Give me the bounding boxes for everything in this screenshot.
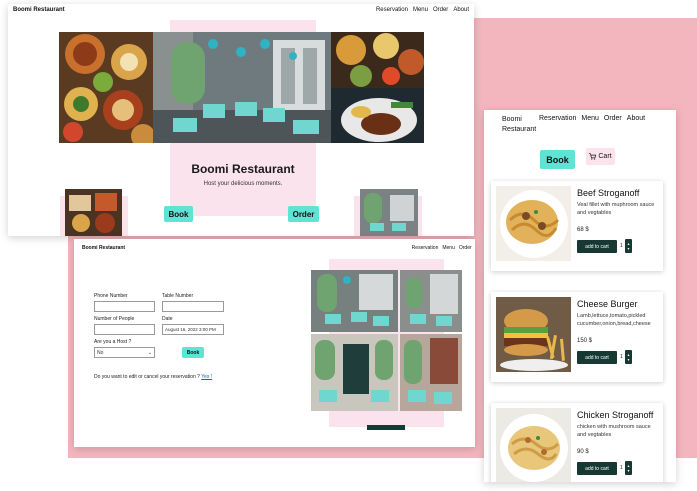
add-to-cart-button[interactable]: add to cart — [577, 351, 617, 364]
gallery-image-1 — [311, 270, 398, 332]
book-button[interactable]: Book — [540, 150, 575, 169]
nav-order[interactable]: Order — [433, 7, 448, 13]
brand-line-1: Boomi — [502, 116, 522, 123]
add-to-cart-button[interactable]: add to cart — [577, 240, 617, 253]
reservation-note-text: Do you want to edit or cancel your reser… — [94, 374, 200, 380]
item-description: Lamb,lettuce,tomato,pickled cucumber,oni… — [577, 313, 651, 327]
steak-image — [331, 88, 424, 143]
host-select[interactable]: No ⌄ — [94, 347, 155, 358]
quantity-value: 1 — [620, 465, 623, 471]
table-label: Table Number — [162, 293, 194, 299]
item-price: 68 $ — [577, 227, 589, 233]
menu-card: Beef Stroganoff Veal fillet with muphroo… — [491, 181, 663, 271]
brand-logo[interactable]: Boomi Restaurant — [502, 115, 536, 135]
edit-reservation-link[interactable]: Yes ! — [201, 374, 212, 380]
hero-subtitle: Host your delicious moments. — [203, 181, 283, 187]
chevron-down-icon[interactable]: ▾ — [627, 246, 629, 251]
nav-menu[interactable]: Menu — [581, 115, 599, 122]
cart-icon — [589, 153, 597, 160]
add-to-cart-button[interactable]: add to cart — [577, 462, 617, 475]
item-name: Cheese Burger — [577, 299, 638, 309]
chicken-stroganoff-image — [496, 408, 571, 482]
chevron-down-icon[interactable]: ▾ — [627, 468, 629, 473]
hero-title: Boomi Restaurant — [191, 162, 295, 176]
people-input[interactable] — [94, 324, 155, 335]
food-platter-image — [59, 32, 153, 143]
beef-stroganoff-image — [496, 186, 571, 261]
nav-reservation[interactable]: Reservation — [376, 7, 408, 13]
nav-order[interactable]: Order — [604, 115, 622, 122]
nav-order[interactable]: Order — [459, 245, 472, 251]
nav-menu[interactable]: Menu — [442, 245, 455, 251]
home-window: Boomi Restaurant Reservation Menu Order … — [8, 4, 474, 236]
order-button[interactable]: Order — [288, 206, 319, 222]
quantity-stepper[interactable]: ▴ ▾ — [625, 239, 632, 253]
quantity-value: 1 — [620, 354, 623, 360]
gallery-image-4 — [400, 334, 462, 411]
item-price: 90 $ — [577, 449, 589, 455]
host-label: Are you a Host ? — [94, 339, 132, 345]
bowls-image — [331, 32, 424, 88]
nav-reservation[interactable]: Reservation — [412, 245, 439, 251]
brand-logo[interactable]: Boomi Restaurant — [82, 245, 125, 251]
date-label: Date — [162, 316, 173, 322]
item-description: chicken with mushroom sauce and vegtable… — [577, 424, 651, 438]
reservation-note: Do you want to edit or cancel your reser… — [94, 374, 212, 380]
gallery-image-3 — [311, 334, 398, 411]
chevron-down-icon[interactable]: ▾ — [627, 357, 629, 362]
cart-button[interactable]: Cart — [586, 148, 615, 165]
top-nav: Boomi Restaurant Reservation Menu Order … — [8, 4, 474, 18]
cheese-burger-image — [496, 297, 571, 372]
brand-line-2: Restaurant — [502, 126, 537, 133]
interior-thumb-image — [360, 189, 418, 236]
phone-input[interactable] — [94, 301, 155, 312]
nav-about[interactable]: About — [627, 115, 645, 122]
item-description: Veal fillet with muphroom sauce and vegt… — [577, 202, 655, 216]
item-name: Chicken Stroganoff — [577, 410, 654, 420]
item-name: Beef Stroganoff — [577, 188, 640, 198]
top-nav: Boomi Restaurant Reservation Menu Order … — [74, 239, 475, 251]
chevron-down-icon: ⌄ — [147, 349, 152, 356]
people-label: Number of People — [94, 316, 135, 322]
gallery-image-2 — [400, 270, 462, 332]
quantity-stepper[interactable]: ▴ ▾ — [625, 350, 632, 364]
host-select-value: No — [97, 349, 104, 356]
table-input[interactable] — [162, 301, 224, 312]
menu-window: Boomi Restaurant Reservation Menu Order … — [484, 110, 676, 482]
phone-label: Phone Number — [94, 293, 128, 299]
menu-card: Chicken Stroganoff chicken with mushroom… — [491, 403, 663, 482]
quantity-stepper[interactable]: ▴ ▾ — [625, 461, 632, 475]
restaurant-interior-image — [153, 32, 331, 143]
top-nav: Reservation Menu Order About — [539, 115, 645, 122]
nav-menu[interactable]: Menu — [413, 7, 428, 13]
brand-logo[interactable]: Boomi Restaurant — [13, 7, 65, 13]
item-price: 150 $ — [577, 338, 593, 344]
menu-card: Cheese Burger Lamb,lettuce,tomato,pickle… — [491, 292, 663, 382]
footer-bar — [367, 425, 405, 430]
reservation-window: Boomi Restaurant Reservation Menu Order … — [74, 239, 475, 447]
nav-about[interactable]: About — [453, 7, 469, 13]
quantity-value: 1 — [620, 243, 623, 249]
book-button[interactable]: Book — [164, 206, 193, 222]
nav-reservation[interactable]: Reservation — [539, 115, 576, 122]
date-input[interactable]: August 16, 2022 3:00 PM — [162, 324, 224, 335]
cart-label: Cart — [598, 153, 612, 160]
food-thumb-image — [65, 189, 122, 236]
book-reservation-button[interactable]: Book — [182, 347, 204, 358]
